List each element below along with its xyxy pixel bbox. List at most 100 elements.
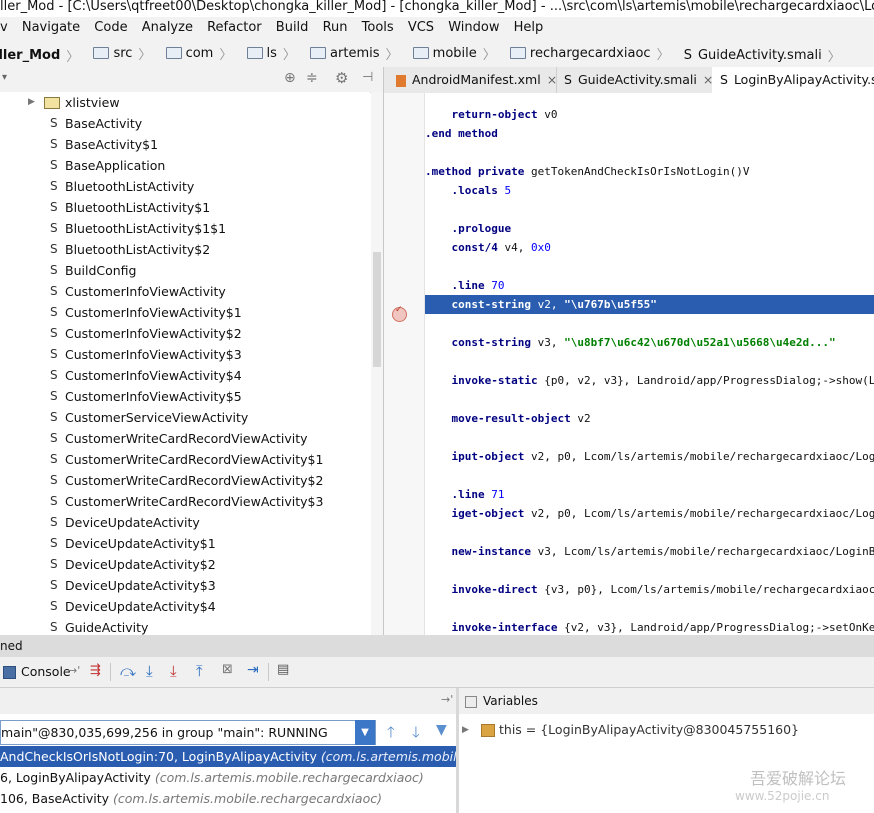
menu-code[interactable]: Code <box>89 17 132 39</box>
tab-androidmanifest[interactable]: AndroidManifest.xml × <box>388 67 557 93</box>
menu-refactor[interactable]: Refactor <box>202 17 267 39</box>
pin-icon[interactable]: →' <box>68 664 80 677</box>
breadcrumb-file[interactable]: S GuideActivity.smali 〉 <box>678 42 845 68</box>
tree-scrollbar-thumb[interactable] <box>373 252 381 367</box>
code-line[interactable]: invoke-interface {v2, v3}, Landroid/app/… <box>425 618 874 635</box>
arrow-up-icon[interactable]: 🡑 <box>387 722 395 747</box>
gear-icon[interactable]: ⚙ <box>335 69 348 87</box>
smali-file-icon: S <box>50 620 58 634</box>
hide-panel-icon[interactable]: ⊣ <box>362 70 373 85</box>
step-over-icon[interactable]: ⤼ <box>120 662 136 680</box>
window-title: ller_Mod - [C:\Users\qtfreet00\Desktop\c… <box>0 0 874 17</box>
code-line[interactable] <box>425 523 874 542</box>
code-line[interactable]: .line 70 <box>425 276 874 295</box>
code-line[interactable]: iput-object v2, p0, Lcom/ls/artemis/mobi… <box>425 447 874 466</box>
editor-gutter[interactable]: ✓ <box>384 93 425 635</box>
tab-guideactivity[interactable]: S GuideActivity.smali × <box>556 67 713 93</box>
code-line[interactable]: .locals 5 <box>425 181 874 200</box>
console-tab[interactable]: Console <box>21 664 71 679</box>
tab-loginbyalipayactivity[interactable]: SLoginByAlipayActivity.sm <box>712 67 874 93</box>
locate-icon[interactable]: ⊕ <box>284 70 296 86</box>
frame-row[interactable]: AndCheckIsOrIsNotLogin:70, LoginByAlipay… <box>0 746 456 767</box>
smali-file-icon: S <box>50 536 58 550</box>
dropdown-arrow-icon[interactable]: ▾ <box>2 72 7 83</box>
chevron-down-icon[interactable]: ▼ <box>355 720 375 745</box>
smali-file-icon: S <box>50 158 58 172</box>
tree-item-label: CustomerInfoViewActivity$1 <box>65 305 242 320</box>
code-line[interactable]: .method private getTokenAndCheckIsOrIsNo… <box>425 162 874 181</box>
step-into-icon[interactable]: ⤓ <box>146 662 160 680</box>
code-line[interactable] <box>425 428 874 447</box>
menu-help[interactable]: Help <box>509 17 549 39</box>
menu-analyze[interactable]: Analyze <box>137 17 198 39</box>
filter-icon[interactable]: ▼ <box>436 722 447 738</box>
step-out-icon[interactable]: ⤒ <box>196 662 210 680</box>
code-editor[interactable]: return-object v0 .end method .method priva… <box>425 93 874 635</box>
code-line[interactable]: const-string v3, "\u8bf7\u6c42\u670d\u52… <box>425 333 874 352</box>
code-line[interactable]: .prologue <box>425 219 874 238</box>
code-line[interactable] <box>425 561 874 580</box>
smali-file-icon: S <box>50 347 58 361</box>
smali-file-icon: S <box>50 137 58 151</box>
run-to-cursor-icon[interactable]: ⇥ <box>247 662 261 678</box>
code-line[interactable] <box>425 599 874 618</box>
drop-frame-icon[interactable]: ⊠ <box>222 662 236 677</box>
force-step-into-icon[interactable]: ⤓ <box>170 662 184 680</box>
tree-scrollbar[interactable] <box>371 92 383 635</box>
breadcrumb-project[interactable]: iller_Mod 〉 <box>0 42 83 68</box>
tree-item-label: CustomerInfoViewActivity$3 <box>65 347 242 362</box>
code-line[interactable] <box>425 466 874 485</box>
breadcrumb-artemis[interactable]: artemis 〉 <box>304 39 402 67</box>
expand-arrow-icon[interactable]: ▶ <box>28 92 35 113</box>
pin-icon[interactable]: →' <box>441 693 453 706</box>
code-line[interactable] <box>425 143 874 162</box>
frame-row[interactable]: 6, LoginByAlipayActivity (com.ls.artemis… <box>0 767 456 788</box>
arrow-down-icon[interactable]: 🡓 <box>412 722 420 747</box>
frame-row[interactable]: 106, BaseActivity (com.ls.artemis.mobile… <box>0 788 456 809</box>
variable-row[interactable]: ▶ this = {LoginByAlipayActivity@83004575… <box>459 719 874 741</box>
frames-header: →' <box>0 688 456 714</box>
code-line[interactable]: iget-object v2, p0, Lcom/ls/artemis/mobi… <box>425 504 874 523</box>
collapse-icon[interactable]: ≑ <box>306 70 318 86</box>
breadcrumb-com[interactable]: com 〉 <box>160 39 237 67</box>
code-line[interactable]: invoke-static {p0, v2, v3}, Landroid/app… <box>425 371 874 390</box>
code-line[interactable]: new-instance v3, Lcom/ls/artemis/mobile/… <box>425 542 874 561</box>
breadcrumb-ls[interactable]: ls 〉 <box>241 39 300 67</box>
console-icon <box>3 666 16 679</box>
smali-file-icon: S <box>50 368 58 382</box>
breadcrumb-src[interactable]: src 〉 <box>87 39 155 67</box>
watermark-url: www.52pojie.cn <box>735 789 830 803</box>
code-line[interactable]: const-string v2, "\u767b\u5f55" <box>425 295 874 314</box>
breadcrumb-mobile[interactable]: mobile 〉 <box>407 39 500 67</box>
menu-vcs[interactable]: VCS <box>403 17 439 39</box>
breakpoint-icon[interactable]: ✓ <box>392 305 407 322</box>
show-execution-point-icon[interactable]: ⇶ <box>90 663 104 678</box>
code-line[interactable] <box>425 257 874 276</box>
expand-arrow-icon[interactable]: ▶ <box>462 719 469 741</box>
code-line[interactable]: invoke-direct {v3, p0}, Lcom/ls/artemis/… <box>425 580 874 599</box>
thread-selector[interactable]: main"@830,035,699,256 in group "main": R… <box>0 720 376 745</box>
tree-item-label: CustomerInfoViewActivity$5 <box>65 389 242 404</box>
code-line[interactable]: .end method <box>425 124 874 143</box>
evaluate-expression-icon[interactable]: ▤ <box>277 662 291 677</box>
breadcrumb-rechargecardxiaoc[interactable]: rechargecardxiaoc 〉 <box>504 39 674 67</box>
code-line[interactable]: const/4 v4, 0x0 <box>425 238 874 257</box>
menu-window[interactable]: Window <box>443 17 504 39</box>
smali-file-icon: S <box>50 494 58 508</box>
menu-tools[interactable]: Tools <box>357 17 399 39</box>
smali-file-icon: S <box>720 72 728 87</box>
menu-fragment[interactable]: v <box>0 17 13 39</box>
code-line[interactable] <box>425 390 874 409</box>
code-line[interactable] <box>425 200 874 219</box>
code-line[interactable]: return-object v0 <box>425 105 874 124</box>
menu-build[interactable]: Build <box>271 17 314 39</box>
watermark: 吾爱破解论坛 <box>750 769 847 788</box>
code-line[interactable]: .line 71 <box>425 485 874 504</box>
menu-navigate[interactable]: Navigate <box>17 17 85 39</box>
smali-file-icon: S <box>50 452 58 466</box>
code-line[interactable]: move-result-object v2 <box>425 409 874 428</box>
code-line[interactable] <box>425 314 874 333</box>
smali-file-icon: S <box>50 305 58 319</box>
menu-run[interactable]: Run <box>318 17 353 39</box>
code-line[interactable] <box>425 352 874 371</box>
